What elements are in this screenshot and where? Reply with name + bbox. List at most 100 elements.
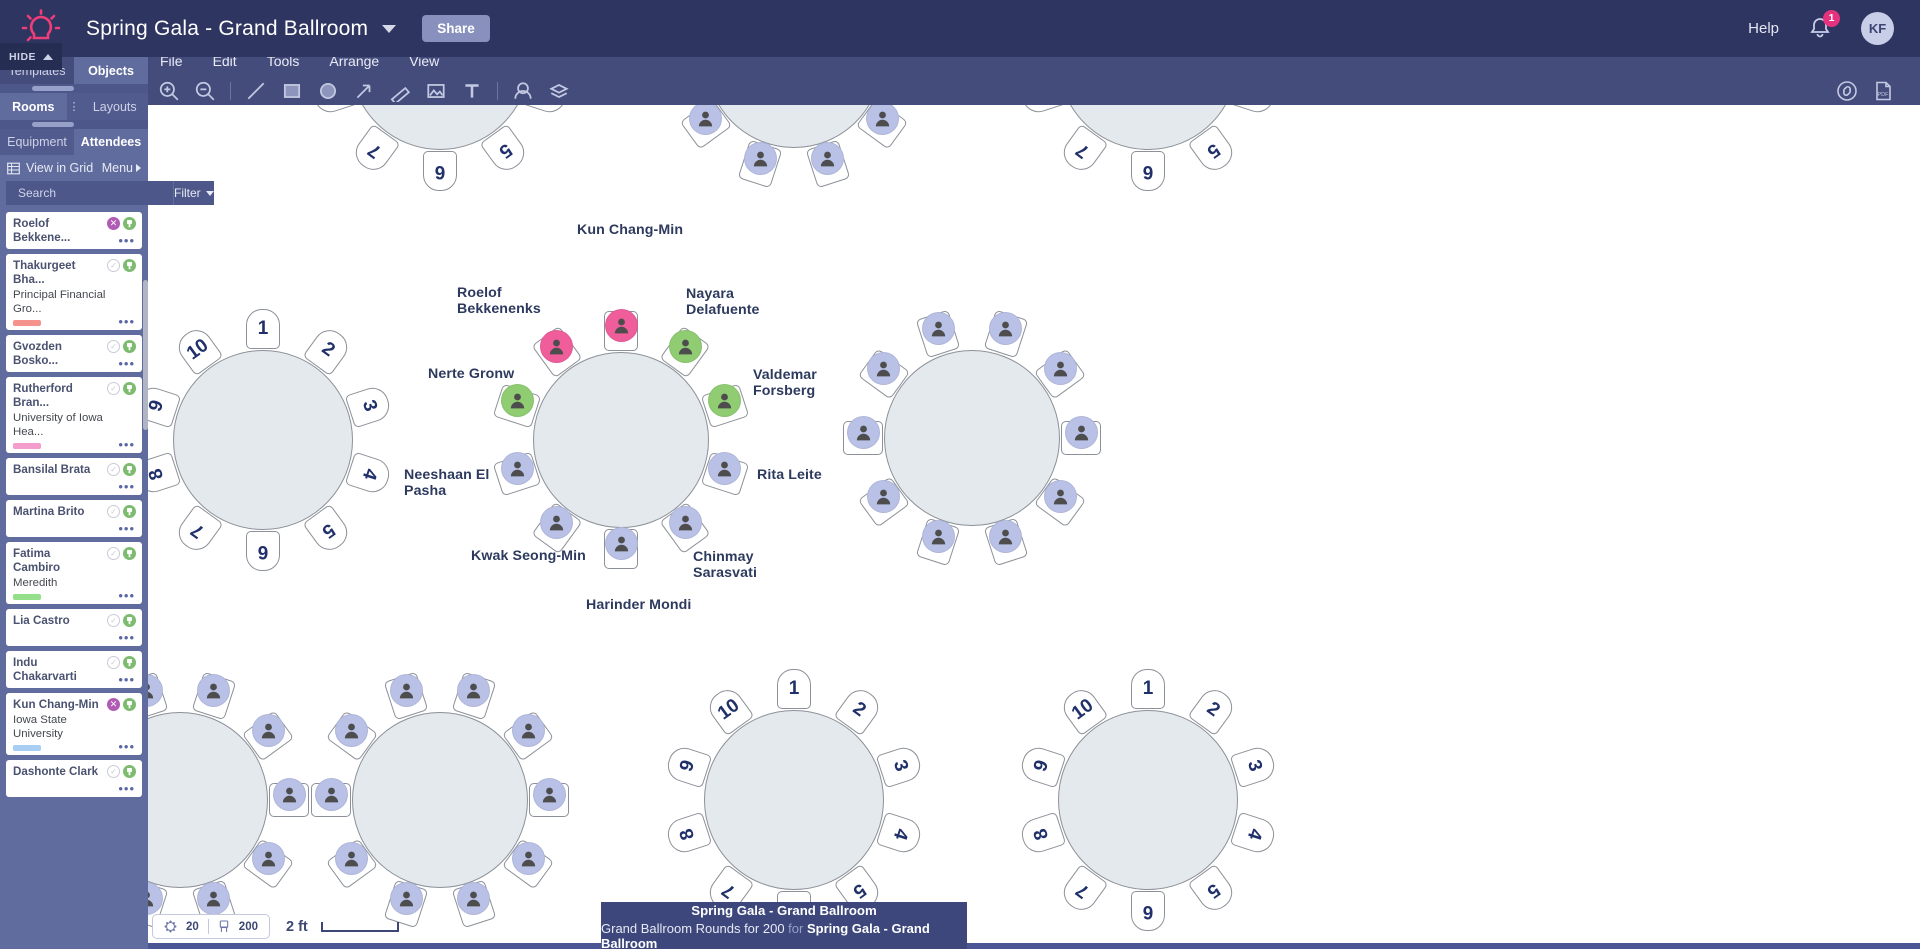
tab-attendees[interactable]: Attendees	[74, 129, 148, 155]
measure-icon[interactable]	[389, 80, 411, 102]
ellipse-icon[interactable]	[317, 80, 339, 102]
attendee-seat-icon[interactable]	[123, 382, 136, 395]
attendee-card[interactable]: Indu Chakarvarti ✓ •••	[6, 651, 142, 688]
attendee-card[interactable]: Dashonte Clark ✓ •••	[6, 760, 142, 797]
attendee-list[interactable]: Roelof Bekkene... ✕ ••• Thakurgeet Bha... Pr…	[0, 212, 148, 900]
seat-attendee-avatar[interactable]	[251, 713, 285, 747]
attendee-more-menu[interactable]: •••	[118, 740, 135, 753]
attendee-seat-icon[interactable]	[123, 505, 136, 518]
attendee-assigned-icon[interactable]: ✓	[107, 656, 120, 669]
attendee-seat-icon[interactable]	[123, 340, 136, 353]
layers-icon[interactable]	[548, 80, 570, 102]
attendee-status-icons: ✓	[107, 340, 136, 353]
grid-view-row: View in Grid Menu	[0, 155, 148, 181]
attendee-assigned-icon[interactable]: ✓	[107, 340, 120, 353]
attendee-assigned-icon[interactable]: ✓	[107, 505, 120, 518]
attendee-assigned-icon[interactable]: ✓	[107, 259, 120, 272]
scale-indicator: 20 200 2 ft	[152, 914, 399, 939]
hide-panel-toggle[interactable]: HIDE	[0, 43, 62, 70]
attendee-more-menu[interactable]: •••	[118, 589, 135, 602]
panel-menu-button[interactable]: Menu	[102, 161, 141, 175]
panel-scroll-indicator-1[interactable]	[0, 84, 148, 93]
tab-equipment[interactable]: Equipment	[0, 129, 74, 155]
panel-menu-label: Menu	[101, 161, 133, 175]
image-icon[interactable]	[425, 80, 447, 102]
attendee-more-menu[interactable]: •••	[118, 357, 135, 370]
attendee-card[interactable]: Bansilal Brata ✓ •••	[6, 458, 142, 495]
attendee-assigned-icon[interactable]: ✓	[107, 614, 120, 627]
grid-icon	[7, 162, 20, 174]
attendee-list-scrollbar[interactable]	[143, 212, 148, 900]
attendee-seat-icon[interactable]	[123, 259, 136, 272]
attendee-card[interactable]: Kun Chang-Min Iowa State University ✕ •••	[6, 693, 142, 755]
text-icon[interactable]	[461, 80, 483, 102]
left-panel: Templates Objects Rooms ⋮ Layouts Equipm…	[0, 57, 214, 949]
pdf-icon[interactable]: PDF	[1872, 80, 1894, 102]
share-button[interactable]: Share	[422, 15, 490, 42]
attendee-seat-icon[interactable]	[123, 463, 136, 476]
rectangle-icon[interactable]	[281, 80, 303, 102]
top-bar: Spring Gala - Grand Ballroom Share Help …	[0, 0, 1920, 57]
attendee-more-menu[interactable]: •••	[118, 315, 135, 328]
attendee-card[interactable]: Fatima Cambiro Meredith ✓ •••	[6, 542, 142, 604]
zoom-in-icon[interactable]	[158, 80, 180, 102]
attendee-more-menu[interactable]: •••	[118, 480, 135, 493]
title-dropdown-caret-icon[interactable]	[382, 24, 397, 33]
user-avatar[interactable]: KF	[1861, 12, 1894, 45]
attendee-assigned-icon[interactable]: ✓	[107, 382, 120, 395]
app-root: Spring Gala - Grand Ballroom Share Help …	[0, 0, 1920, 949]
attendee-assigned-icon[interactable]: ✓	[107, 547, 120, 560]
search-input[interactable]	[6, 181, 173, 205]
table-count-value: 20	[186, 920, 199, 933]
rooms-overflow-icon[interactable]: ⋮	[67, 101, 82, 112]
attendee-seat-icon[interactable]	[123, 765, 136, 778]
seat-attendee-avatar[interactable]	[272, 778, 306, 811]
filter-button[interactable]: Filter	[173, 181, 214, 205]
attendee-card[interactable]: Thakurgeet Bha... Principal Financial Gro…	[6, 254, 142, 330]
arrow-icon[interactable]	[353, 80, 375, 102]
attendee-seat-icon[interactable]	[123, 614, 136, 627]
attendee-color-swatch	[13, 443, 41, 449]
view-in-grid-label[interactable]: View in Grid	[26, 161, 93, 175]
attendee-color-swatch	[13, 594, 41, 600]
attendee-more-menu[interactable]: •••	[118, 631, 135, 644]
notifications-button[interactable]: 1	[1807, 9, 1840, 43]
round-table[interactable]	[148, 105, 1393, 949]
attendee-more-menu[interactable]: •••	[118, 782, 135, 795]
line-icon[interactable]	[245, 80, 267, 102]
attendee-seat-icon[interactable]	[123, 217, 136, 230]
attendee-seat-icon[interactable]	[123, 656, 136, 669]
panel-scroll-indicator-2[interactable]	[0, 120, 148, 129]
attendee-card[interactable]: Lia Castro ✓ •••	[6, 609, 142, 646]
attendee-status-icons: ✕	[107, 217, 136, 230]
tab-layouts[interactable]: Layouts	[82, 93, 149, 120]
attendee-card[interactable]: Martina Brito ✓ •••	[6, 500, 142, 537]
seat-attendee-avatar[interactable]	[251, 842, 285, 876]
attendee-seat-icon[interactable]	[123, 698, 136, 711]
tab-objects[interactable]: Objects	[74, 57, 148, 84]
attendee-organization: University of Iowa Hea...	[13, 412, 103, 438]
panel-tabs-level2: Rooms ⋮ Layouts	[0, 93, 148, 120]
attendee-assigned-icon[interactable]: ✓	[107, 463, 120, 476]
attendee-card[interactable]: Roelof Bekkene... ✕ •••	[6, 212, 142, 249]
attendee-organization: Principal Financial Gro...	[13, 289, 106, 315]
attendee-more-menu[interactable]: •••	[118, 673, 135, 686]
attendee-status-icons: ✕	[107, 698, 136, 711]
attendee-card[interactable]: Rutherford Bran... University of Iowa Hea…	[6, 377, 142, 453]
seat-attendee-avatar[interactable]	[197, 881, 231, 915]
attendee-unassigned-icon[interactable]: ✕	[107, 698, 120, 711]
zoom-out-icon[interactable]	[194, 80, 216, 102]
attendee-more-menu[interactable]: •••	[118, 234, 135, 247]
attendee-more-menu[interactable]: •••	[118, 522, 135, 535]
help-link[interactable]: Help	[1748, 20, 1779, 37]
attendee-assigned-icon[interactable]: ✓	[107, 765, 120, 778]
attendee-card[interactable]: Gvozden Bosko... ✓ •••	[6, 335, 142, 372]
attendee-more-menu[interactable]: •••	[118, 438, 135, 451]
seating-icon[interactable]	[512, 80, 534, 102]
attendee-status-icons: ✓	[107, 656, 136, 669]
attendee-seat-icon[interactable]	[123, 547, 136, 560]
link-icon[interactable]	[1836, 80, 1858, 102]
attendee-unassigned-icon[interactable]: ✕	[107, 217, 120, 230]
tab-rooms[interactable]: Rooms	[0, 93, 67, 120]
floorplan-canvas[interactable]: Kun Chang-Min Nayara Delafuente Valdemar F…	[148, 105, 1393, 949]
